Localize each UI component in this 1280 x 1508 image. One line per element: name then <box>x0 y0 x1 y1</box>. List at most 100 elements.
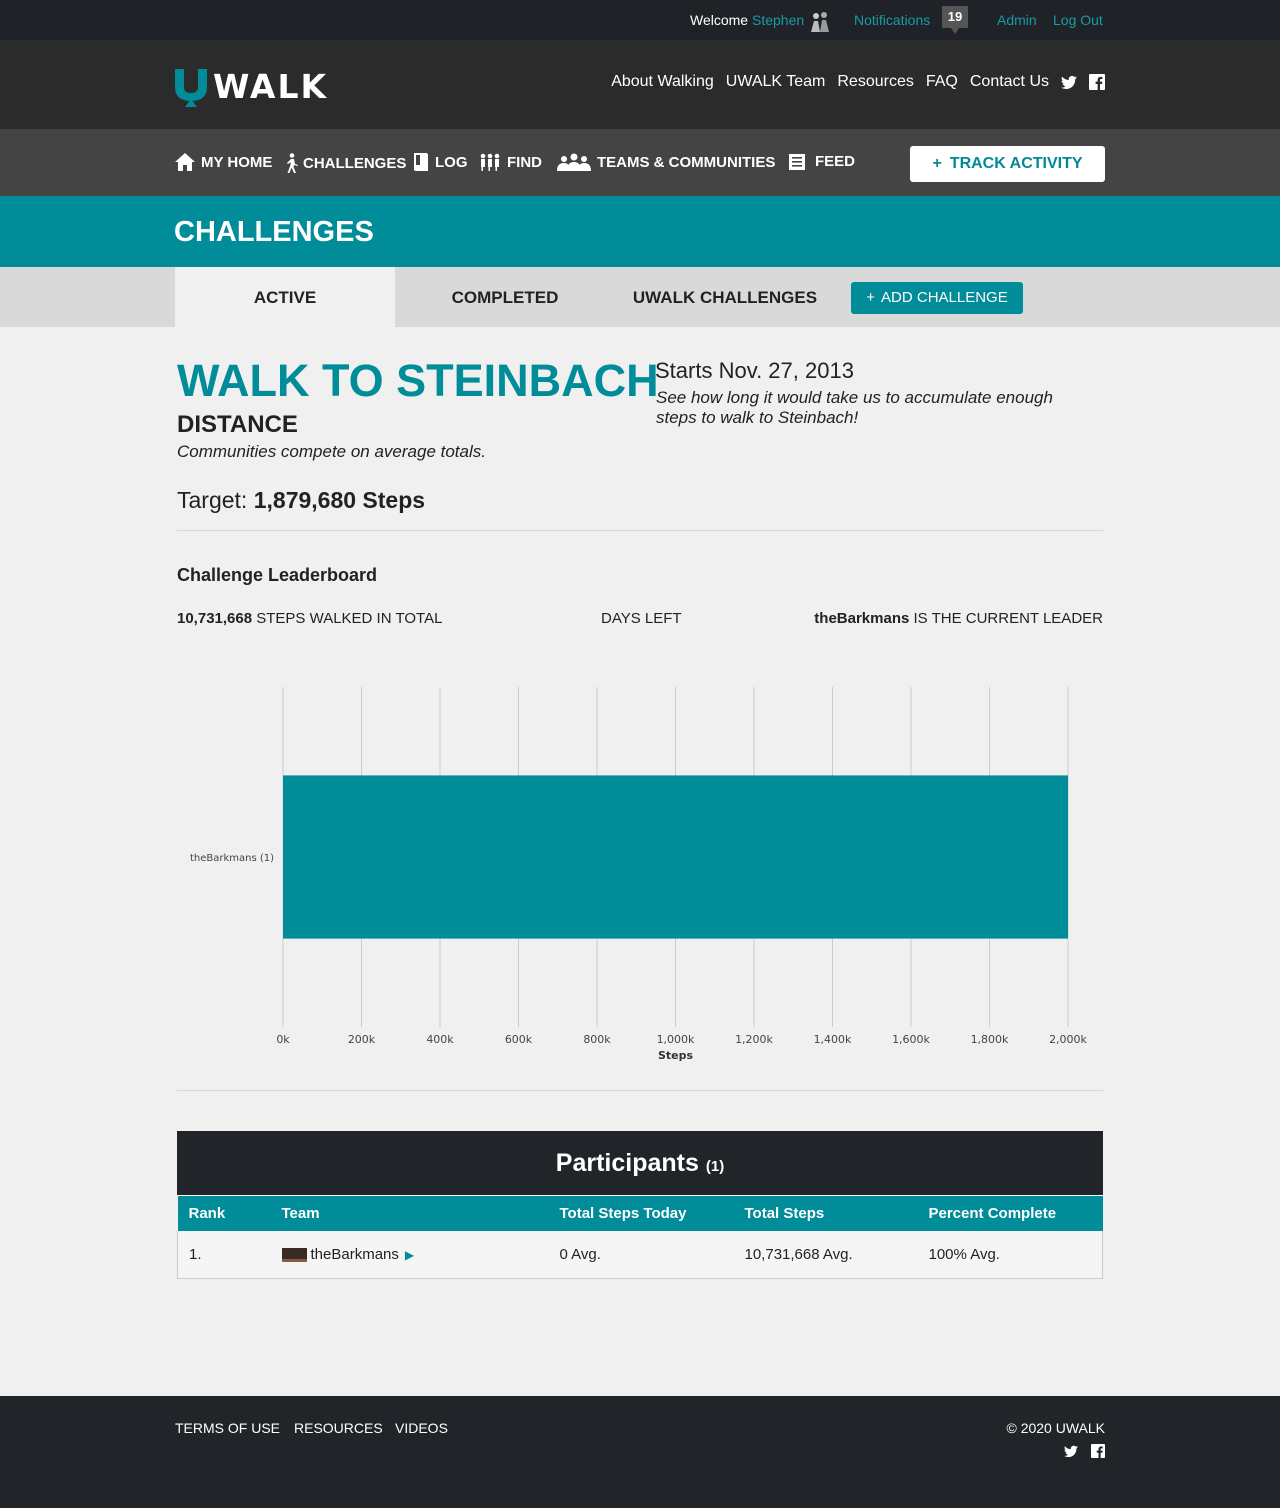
admin-link[interactable]: Admin <box>997 12 1037 28</box>
tab-uwalk-challenges[interactable]: UWALK CHALLENGES <box>615 267 835 327</box>
nav-my-home-label: MY HOME <box>201 153 273 171</box>
nav-feed[interactable]: FEED <box>789 153 855 170</box>
steps-today-cell: 0 Avg. <box>548 1230 734 1279</box>
x-tick-label: 2,000k <box>1049 1033 1087 1046</box>
user-avatar[interactable] <box>808 8 832 32</box>
nav-my-home[interactable]: MY HOME <box>175 153 272 171</box>
footer-videos-link[interactable]: VIDEOS <box>395 1420 448 1436</box>
track-activity-button[interactable]: + TRACK ACTIVITY <box>910 146 1105 182</box>
add-challenge-button[interactable]: + ADD CHALLENGE <box>851 282 1023 314</box>
col-team: Team <box>270 1195 549 1231</box>
team-cell[interactable]: theBarkmans ▶ <box>270 1230 549 1279</box>
group-icon <box>557 153 591 171</box>
track-activity-label: TRACK ACTIVITY <box>949 155 1083 172</box>
days-left-label: DAYS LEFT <box>601 610 682 627</box>
main-navigation: MY HOME CHALLENGES LOG FIND TEAMS & COMM… <box>0 129 1280 196</box>
x-tick-label: 600k <box>505 1033 533 1046</box>
copyright: © 2020 UWALK <box>1006 1420 1105 1436</box>
x-axis-label: Steps <box>658 1049 694 1062</box>
table-header-row: Rank Team Total Steps Today Total Steps … <box>177 1195 1103 1231</box>
leaderboard-title: Challenge Leaderboard <box>177 565 378 585</box>
x-tick-label: 1,800k <box>971 1033 1009 1046</box>
x-tick-label: 1,000k <box>657 1033 695 1046</box>
nav-log-label: LOG <box>435 153 468 171</box>
challenge-type: DISTANCE <box>177 411 298 438</box>
current-leader-stat: theBarkmans IS THE CURRENT LEADER <box>814 610 1103 627</box>
challenge-subtitle: Communities compete on average totals. <box>177 442 486 461</box>
plus-icon: + <box>866 289 876 306</box>
x-tick-label: 400k <box>426 1033 454 1046</box>
bar <box>283 775 1068 939</box>
leader-name: theBarkmans <box>814 610 910 627</box>
welcome-label: Welcome <box>690 12 749 28</box>
page-title: CHALLENGES <box>174 216 374 248</box>
target-label: Target: <box>177 487 248 513</box>
nav-challenges[interactable]: CHALLENGES <box>285 153 406 173</box>
leader-label: IS THE CURRENT LEADER <box>913 610 1104 627</box>
home-icon <box>175 153 195 171</box>
nav-log[interactable]: LOG <box>413 153 468 171</box>
nav-faq[interactable]: FAQ <box>926 73 958 91</box>
col-rank: Rank <box>177 1195 271 1231</box>
team-avatar <box>281 1247 307 1262</box>
nav-find-label: FIND <box>507 153 542 171</box>
challenge-description: See how long it would take us to accumul… <box>656 388 1053 427</box>
leaderboard-chart-svg: 0k 200k 400k 600k 800k 1,000k 1,200k 1,400k 1,60… <box>190 687 1088 1062</box>
top-navigation: About Walking UWALK Team Resources FAQ C… <box>599 73 1105 91</box>
tab-active[interactable]: ACTIVE <box>175 267 395 327</box>
nav-about-walking[interactable]: About Walking <box>611 73 714 91</box>
challenge-target: Target: 1,879,680 Steps <box>177 487 425 514</box>
col-total-steps: Total Steps <box>733 1195 918 1231</box>
divider <box>177 530 1103 531</box>
leaderboard-chart: 0k 200k 400k 600k 800k 1,000k 1,200k 1,400k 1,60… <box>177 670 1103 1070</box>
participants-panel: Participants (1) Rank Team Total Steps T… <box>177 1131 1103 1279</box>
x-tick-label: 200k <box>348 1033 376 1046</box>
percent-complete-cell: 100% Avg. <box>917 1230 1103 1279</box>
logout-link[interactable]: Log Out <box>1053 12 1103 28</box>
y-category-label: theBarkmans (1) <box>190 853 274 864</box>
footer-terms-link[interactable]: TERMS OF USE <box>175 1420 280 1436</box>
nav-resources[interactable]: Resources <box>837 73 913 91</box>
nav-teams-communities[interactable]: TEAMS & COMMUNITIES <box>557 153 775 171</box>
page-title-band: CHALLENGES <box>0 196 1280 267</box>
days-left-stat: DAYS LEFT <box>601 610 682 627</box>
logo-u-icon <box>175 69 207 107</box>
top-bar: Welcome Stephen Notifications 19 Admin L… <box>0 0 1280 40</box>
tab-completed[interactable]: COMPLETED <box>395 267 615 327</box>
nav-find[interactable]: FIND <box>479 153 542 171</box>
logo-text: WALK <box>213 67 329 106</box>
nav-uwalk-team[interactable]: UWALK Team <box>726 73 826 91</box>
footer-resources-link[interactable]: RESOURCES <box>294 1420 383 1436</box>
nav-teams-label: TEAMS & COMMUNITIES <box>597 153 776 171</box>
twitter-icon[interactable] <box>1061 74 1077 90</box>
expand-arrow-icon[interactable]: ▶ <box>405 1248 414 1262</box>
participants-header: Participants (1) <box>177 1131 1103 1195</box>
welcome-text: Welcome Stephen <box>690 12 804 28</box>
x-tick-label: 800k <box>583 1033 611 1046</box>
rank-cell: 1. <box>177 1230 271 1279</box>
total-steps-stat: 10,731,668 STEPS WALKED IN TOTAL <box>177 610 442 627</box>
col-percent-complete: Percent Complete <box>917 1195 1103 1231</box>
target-value: 1,879,680 Steps <box>253 487 426 513</box>
twitter-icon[interactable] <box>1064 1444 1078 1458</box>
list-icon <box>789 153 805 170</box>
team-link[interactable]: theBarkmans <box>311 1246 399 1263</box>
add-challenge-label: ADD CHALLENGE <box>881 289 1008 306</box>
participants-title: Participants <box>555 1149 699 1177</box>
challenge-start-date: Starts Nov. 27, 2013 <box>655 358 854 383</box>
facebook-icon[interactable] <box>1091 1444 1105 1458</box>
challenge-tabs: ACTIVE COMPLETED UWALK CHALLENGES + ADD C… <box>0 267 1280 327</box>
notifications-link[interactable]: Notifications <box>854 12 930 28</box>
walker-icon <box>287 153 298 173</box>
nav-contact-us[interactable]: Contact Us <box>970 73 1049 91</box>
notifications-badge[interactable]: 19 <box>942 6 968 34</box>
site-header: WALK About Walking UWALK Team Resources … <box>0 40 1280 129</box>
divider <box>177 1090 1103 1091</box>
challenge-name: WALK TO STEINBACH <box>177 355 659 406</box>
total-steps-label: STEPS WALKED IN TOTAL <box>256 610 443 627</box>
x-tick-label: 1,600k <box>892 1033 930 1046</box>
site-footer: TERMS OF USE RESOURCES VIDEOS © 2020 UWA… <box>0 1396 1280 1508</box>
username-link[interactable]: Stephen <box>752 12 804 28</box>
facebook-icon[interactable] <box>1089 74 1105 90</box>
x-tick-label: 1,200k <box>735 1033 773 1046</box>
